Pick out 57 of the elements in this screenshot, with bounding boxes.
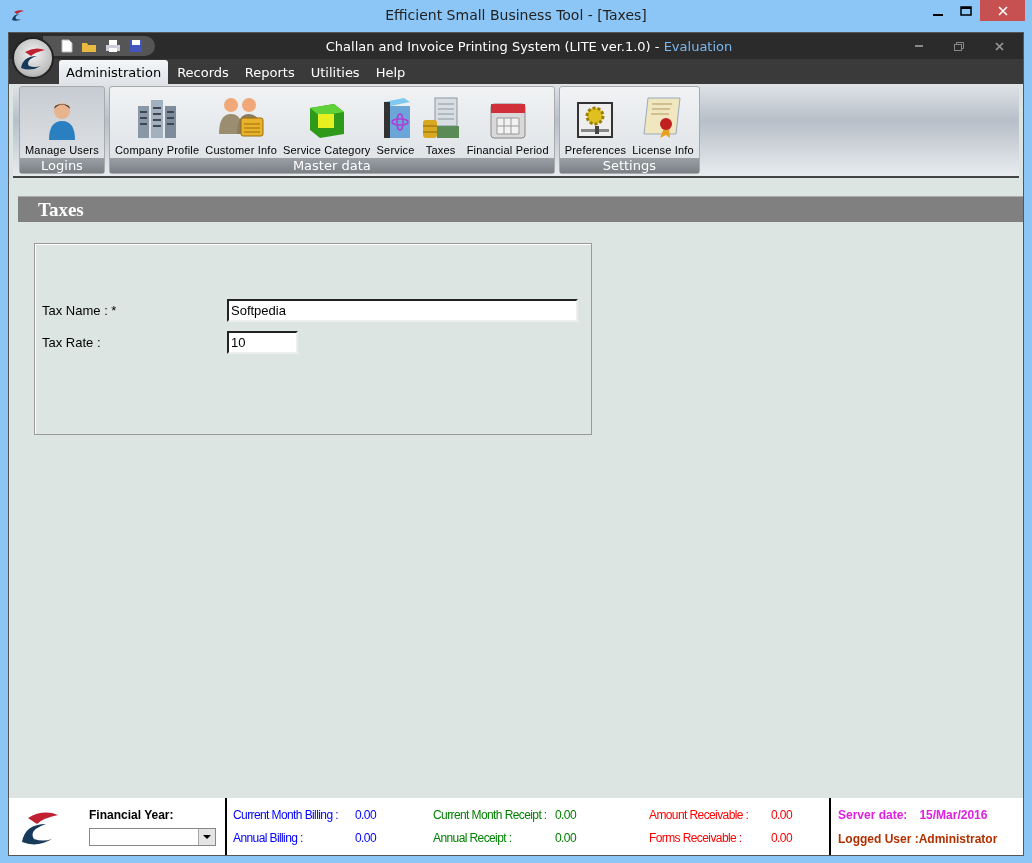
new-file-icon[interactable] — [61, 39, 73, 53]
menu-tab[interactable]: Reports — [237, 60, 302, 84]
stat-label: Annual Receipt : — [433, 831, 513, 846]
group-caption: Settings — [559, 158, 699, 173]
menu-tab[interactable]: Help — [368, 60, 413, 84]
restore-icon — [954, 41, 964, 51]
menu-tab[interactable]: Utilities — [303, 60, 367, 84]
ribbon-button[interactable]: Company Profile — [111, 90, 203, 158]
input-field[interactable]: Softpedia — [227, 298, 578, 322]
minimize-icon — [915, 44, 923, 48]
group-caption: Master data — [109, 158, 554, 173]
stat-value: 0.00 — [355, 831, 376, 846]
financial-year-dropdown[interactable] — [89, 827, 216, 846]
ribbon-button[interactable]: Customer Info — [202, 90, 280, 158]
stat-value: 0.00 — [555, 831, 576, 846]
input-field[interactable]: 10 — [227, 330, 298, 354]
ribbon-button[interactable]: Financial Period — [463, 90, 552, 158]
ribbon-button[interactable]: Manage Users — [22, 90, 102, 158]
stat-label: Current Month Billing : — [233, 807, 339, 822]
edition-label: Evaluation — [663, 38, 733, 54]
ribbon-button[interactable]: License Info — [629, 90, 697, 158]
maximize-icon — [960, 5, 972, 16]
stat-value: 0.00 — [771, 831, 792, 846]
printer-icon[interactable] — [105, 39, 121, 53]
stat-label: Amount Receivable : — [649, 807, 750, 822]
server-date-label: Server date: — [838, 807, 908, 822]
stat-label: Forms Receivable : — [649, 831, 743, 846]
financial-year-label: Financial Year: — [89, 807, 175, 822]
save-icon[interactable] — [129, 39, 143, 53]
ribbon-button[interactable]: Preferences — [561, 90, 630, 158]
dropdown-arrow-icon — [203, 834, 211, 839]
stat-value: 0.00 — [771, 807, 792, 822]
ribbon-button[interactable]: Service Category — [279, 90, 374, 158]
app-orb-button[interactable] — [12, 37, 54, 79]
stat-value: 0.00 — [355, 807, 376, 822]
field-label: Tax Rate : — [42, 334, 102, 350]
close-icon — [997, 5, 1008, 16]
stat-label: Current Month Receipt : — [433, 807, 548, 822]
ribbon-button[interactable]: Taxes — [417, 90, 464, 158]
group-caption: Logins — [20, 158, 104, 173]
stat-value: 0.00 — [555, 807, 576, 822]
minimize-icon — [933, 13, 943, 16]
field-label: Tax Name : * — [42, 302, 118, 318]
coins-and-calculator-icon — [420, 96, 461, 140]
menu-tab[interactable]: Administration — [59, 60, 169, 84]
stat-label: Annual Billing : — [233, 831, 304, 846]
logged-user-text: Logged User :Administrator — [838, 831, 998, 846]
form-title: Taxes — [38, 198, 84, 221]
window-title: Efficient Small Business Tool - [Taxes] — [385, 7, 647, 23]
app-title: Challan and Invoice Printing System (LITE ver.1.0) - — [325, 38, 660, 54]
close-icon — [994, 41, 1004, 51]
menu-tab[interactable]: Records — [170, 60, 236, 84]
gear-panel-icon — [575, 100, 616, 140]
ribbon-button[interactable]: Service — [373, 90, 418, 158]
server-date-value: 15/Mar/2016 — [919, 807, 988, 822]
person-icon — [46, 100, 77, 140]
app-logo-icon — [11, 9, 25, 21]
